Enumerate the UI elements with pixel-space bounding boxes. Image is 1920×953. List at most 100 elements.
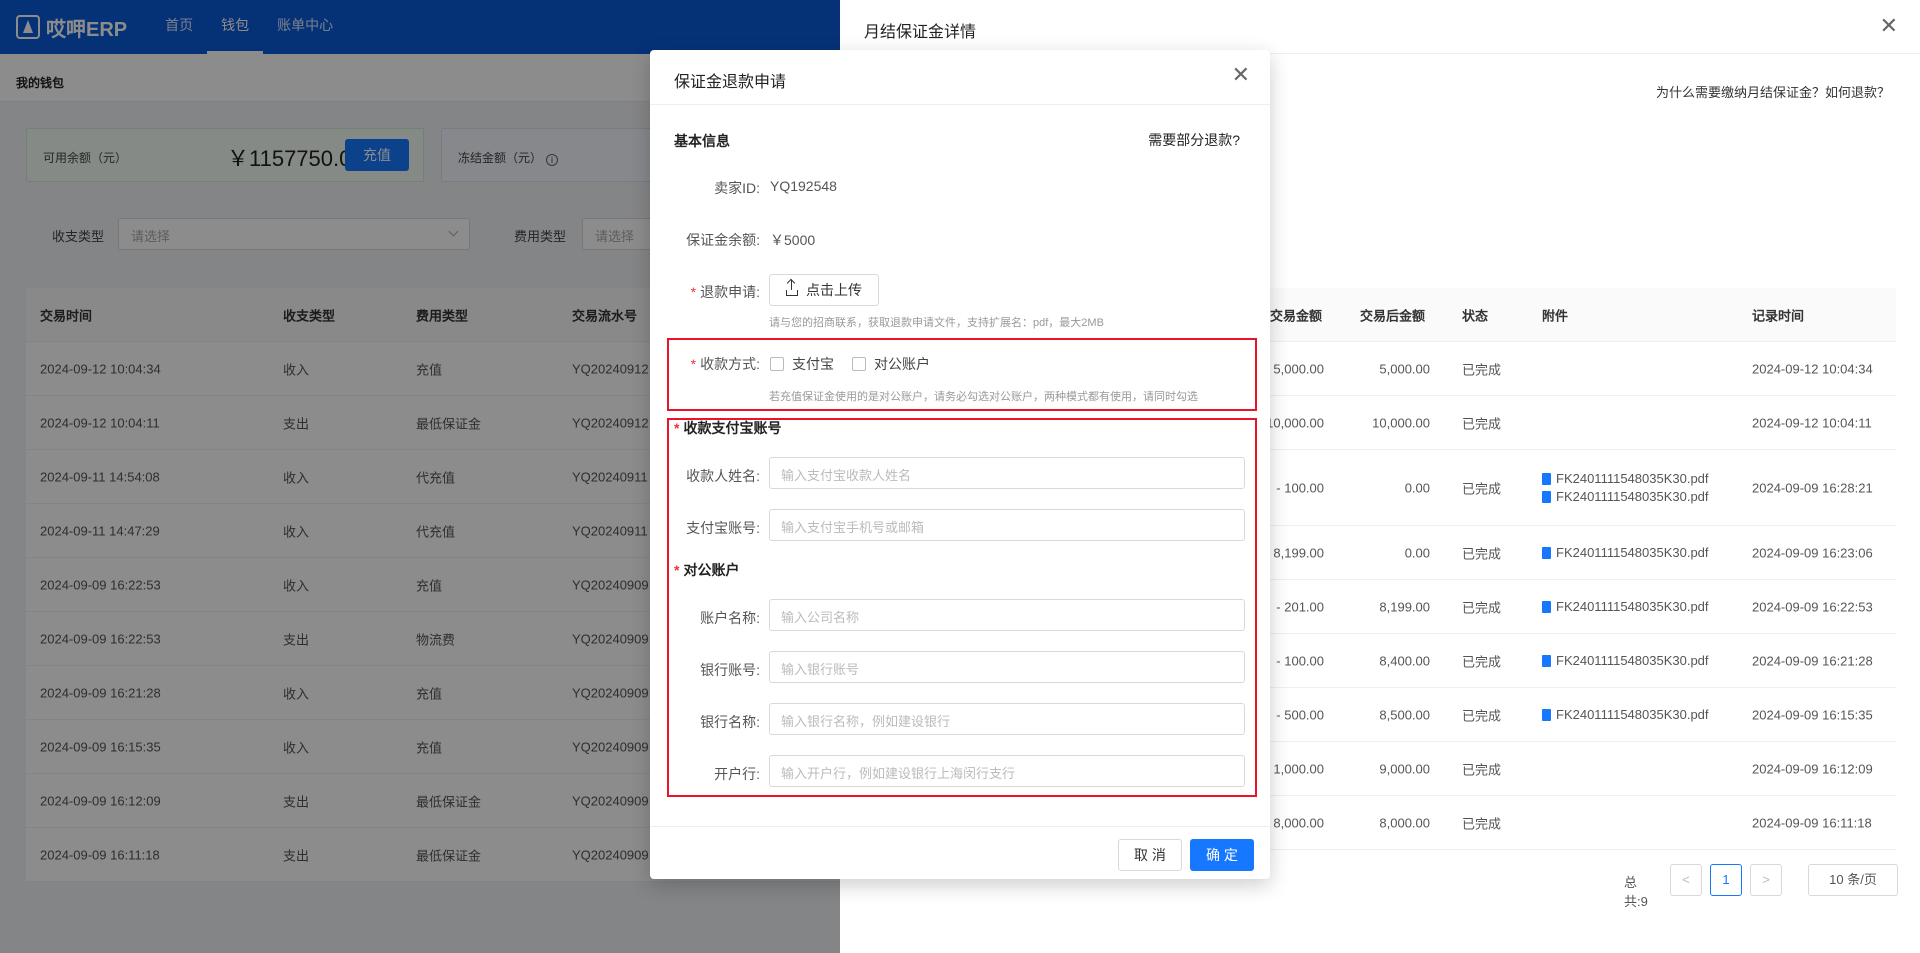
- prev-page-button[interactable]: <: [1670, 864, 1702, 896]
- record-time-cell: 2024-09-09 16:15:35: [1752, 707, 1873, 722]
- status-cell: 已完成: [1462, 481, 1502, 496]
- payee-name-label: 收款人姓名:: [686, 468, 760, 484]
- amount-cell: 8,199.00: [1273, 545, 1324, 560]
- pdf-file-icon: [1542, 546, 1551, 559]
- amount-cell: 1,000.00: [1273, 761, 1324, 776]
- attachment-link[interactable]: FK2401111548035K30.pdf: [1542, 652, 1709, 670]
- partial-refund-link[interactable]: 需要部分退款?: [1148, 130, 1240, 150]
- close-icon[interactable]: ✕: [1880, 15, 1898, 37]
- after-amount-cell: 8,500.00: [1379, 707, 1430, 722]
- amount-cell: - 201.00: [1276, 599, 1324, 614]
- upload-icon: [786, 280, 798, 296]
- attachment-cell: FK2401111548035K30.pdf: [1542, 598, 1709, 616]
- balance-label: 保证金余额:: [686, 232, 760, 248]
- branch-input[interactable]: 输入开户行，例如建设银行上海闵行支行: [769, 755, 1245, 787]
- after-amount-cell: 8,199.00: [1379, 599, 1430, 614]
- attachment-cell: FK2401111548035K30.pdf: [1542, 652, 1709, 670]
- corporate-checkbox[interactable]: 对公账户: [852, 354, 930, 374]
- drawer-title: 月结保证金详情: [864, 24, 977, 41]
- col-record-time: 记录时间: [1752, 308, 1805, 323]
- amount-cell: - 100.00: [1276, 480, 1324, 495]
- after-amount-cell: 8,400.00: [1379, 653, 1430, 668]
- balance-value: ￥5000: [770, 232, 816, 248]
- pdf-file-icon: [1542, 472, 1551, 485]
- section-alipay: * 收款支付宝账号: [674, 420, 782, 436]
- alipay-checkbox[interactable]: 支付宝: [770, 354, 834, 374]
- attachment-link[interactable]: FK2401111548035K30.pdf: [1542, 706, 1709, 724]
- dialog-title: 保证金退款申请: [674, 74, 787, 91]
- attachment-link[interactable]: FK2401111548035K30.pdf: [1542, 544, 1709, 562]
- seller-id-value: YQ192548: [770, 178, 837, 194]
- attachment-name: FK2401111548035K30.pdf: [1556, 470, 1709, 486]
- pdf-file-icon: [1542, 600, 1551, 613]
- after-amount-cell: 10,000.00: [1372, 415, 1430, 430]
- bank-account-input[interactable]: 输入银行账号: [769, 651, 1245, 683]
- account-name-input[interactable]: 输入公司名称: [769, 599, 1245, 631]
- dialog-header: 保证金退款申请 ✕: [650, 50, 1270, 105]
- checkbox-icon: [770, 357, 784, 371]
- after-amount-cell: 9,000.00: [1379, 761, 1430, 776]
- attachment-name: FK2401111548035K30.pdf: [1556, 652, 1709, 668]
- amount-cell: - 100.00: [1276, 653, 1324, 668]
- payee-name-input[interactable]: 输入支付宝收款人姓名: [769, 457, 1245, 489]
- page-size-select[interactable]: 10 条/页: [1808, 864, 1898, 896]
- status-cell: 已完成: [1462, 816, 1502, 831]
- status-cell: 已完成: [1462, 600, 1502, 615]
- close-icon[interactable]: ✕: [1232, 64, 1250, 86]
- branch-label: 开户行:: [714, 766, 760, 782]
- pagination-total: 总共:9: [1624, 875, 1648, 909]
- pdf-file-icon: [1542, 490, 1551, 503]
- payment-hint: 若充值保证金使用的是对公账户，请务必勾选对公账户，两种模式都有使用，请同时勾选: [769, 391, 1198, 403]
- attachment-name: FK2401111548035K30.pdf: [1556, 706, 1709, 722]
- account-name-label: 账户名称:: [700, 610, 760, 626]
- after-amount-cell: 8,000.00: [1379, 815, 1430, 830]
- cancel-button[interactable]: 取 消: [1118, 839, 1182, 871]
- upload-hint: 请与您的招商联系，获取退款申请文件，支持扩展名：pdf，最大2MB: [769, 317, 1104, 329]
- col-after-amount: 交易后金额: [1360, 308, 1426, 323]
- amount-cell: - 500.00: [1276, 707, 1324, 722]
- status-cell: 已完成: [1462, 546, 1502, 561]
- status-cell: 已完成: [1462, 416, 1502, 431]
- after-amount-cell: 0.00: [1404, 545, 1430, 560]
- alipay-account-input[interactable]: 输入支付宝手机号或邮箱: [769, 509, 1245, 541]
- attachment-link[interactable]: FK2401111548035K30.pdf: [1542, 488, 1709, 506]
- refund-apply-label: * 退款申请:: [690, 284, 760, 300]
- section-corporate: * 对公账户: [674, 562, 740, 578]
- amount-cell: 8,000.00: [1273, 815, 1324, 830]
- col-amount: 交易金额: [1270, 308, 1323, 323]
- attachment-cell: FK2401111548035K30.pdf: [1542, 544, 1709, 562]
- amount-cell: 5,000.00: [1273, 361, 1324, 376]
- refund-dialog: 保证金退款申请 ✕ 基本信息 需要部分退款? 卖家ID: YQ192548 保证…: [650, 50, 1270, 879]
- section-basic-info: 基本信息: [674, 133, 730, 149]
- deposit-help-link[interactable]: 为什么需要缴纳月结保证金？如何退款？: [1656, 82, 1890, 101]
- status-cell: 已完成: [1462, 762, 1502, 777]
- alipay-account-label: 支付宝账号:: [686, 520, 760, 536]
- attachment-link[interactable]: FK2401111548035K30.pdf: [1542, 598, 1709, 616]
- after-amount-cell: 0.00: [1404, 480, 1430, 495]
- status-cell: 已完成: [1462, 654, 1502, 669]
- attachment-name: FK2401111548035K30.pdf: [1556, 598, 1709, 614]
- checkbox-icon: [852, 357, 866, 371]
- status-cell: 已完成: [1462, 362, 1502, 377]
- page-1-button[interactable]: 1: [1710, 864, 1742, 896]
- pdf-file-icon: [1542, 708, 1551, 721]
- bank-name-label: 银行名称:: [700, 714, 760, 730]
- upload-button[interactable]: 点击上传: [769, 274, 879, 306]
- after-amount-cell: 5,000.00: [1379, 361, 1430, 376]
- confirm-button[interactable]: 确 定: [1190, 839, 1254, 871]
- dialog-footer: 取 消 确 定: [650, 826, 1270, 879]
- record-time-cell: 2024-09-09 16:21:28: [1752, 653, 1873, 668]
- next-page-button[interactable]: >: [1750, 864, 1782, 896]
- attachment-cell: FK2401111548035K30.pdf FK2401111548035K30…: [1542, 470, 1709, 506]
- status-cell: 已完成: [1462, 708, 1502, 723]
- amount-cell: 10,000.00: [1266, 415, 1324, 430]
- record-time-cell: 2024-09-09 16:11:18: [1752, 815, 1872, 830]
- bank-name-input[interactable]: 输入银行名称，例如建设银行: [769, 703, 1245, 735]
- attachment-name: FK2401111548035K30.pdf: [1556, 488, 1709, 504]
- attachment-name: FK2401111548035K30.pdf: [1556, 544, 1709, 560]
- attachment-cell: FK2401111548035K30.pdf: [1542, 706, 1709, 724]
- seller-id-label: 卖家ID:: [714, 180, 760, 196]
- record-time-cell: 2024-09-12 10:04:34: [1752, 361, 1873, 376]
- attachment-link[interactable]: FK2401111548035K30.pdf: [1542, 470, 1709, 488]
- record-time-cell: 2024-09-09 16:22:53: [1752, 599, 1873, 614]
